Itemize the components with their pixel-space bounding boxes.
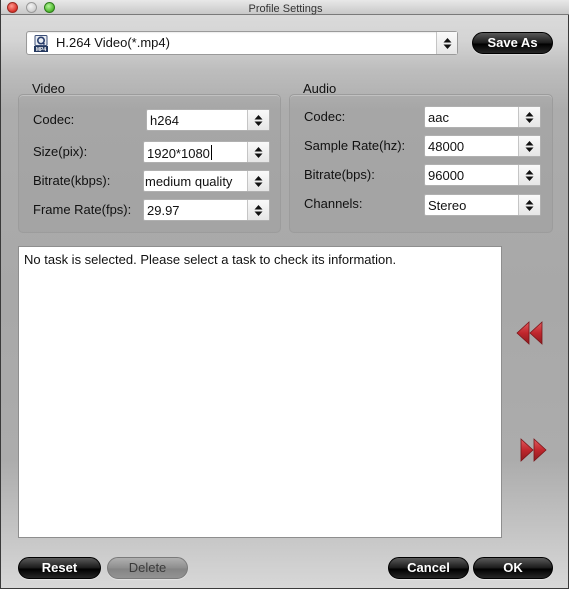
up-down-arrows-icon bbox=[254, 175, 263, 187]
audio-codec-combo[interactable]: aac bbox=[424, 106, 541, 128]
video-framerate-stepper[interactable] bbox=[247, 200, 269, 220]
title-bar: Profile Settings bbox=[1, 0, 569, 15]
video-framerate-value: 29.97 bbox=[147, 203, 180, 218]
profile-settings-window: Profile Settings MP4 H.264 Video(*.mp4) … bbox=[0, 0, 569, 589]
ok-button[interactable]: OK bbox=[473, 557, 553, 579]
audio-bitrate-value: 96000 bbox=[428, 168, 465, 183]
task-info-panel[interactable]: No task is selected. Please select a tas… bbox=[18, 246, 502, 538]
up-down-arrows-icon bbox=[525, 111, 534, 123]
audio-samplerate-label: Sample Rate(hz): bbox=[304, 138, 406, 153]
up-down-arrows-icon bbox=[254, 204, 263, 216]
up-down-arrows-icon bbox=[254, 114, 263, 126]
video-size-stepper[interactable] bbox=[247, 142, 269, 162]
profile-select-stepper[interactable] bbox=[436, 32, 457, 54]
text-cursor bbox=[210, 145, 212, 160]
video-bitrate-label: Bitrate(kbps): bbox=[33, 173, 111, 188]
audio-channels-label: Channels: bbox=[304, 196, 363, 211]
audio-channels-combo[interactable]: Stereo bbox=[424, 194, 541, 216]
audio-samplerate-value: 48000 bbox=[428, 139, 465, 154]
audio-bitrate-stepper[interactable] bbox=[518, 165, 540, 185]
video-codec-value: h264 bbox=[150, 113, 179, 128]
up-down-arrows-icon bbox=[254, 146, 263, 158]
audio-samplerate-stepper[interactable] bbox=[518, 136, 540, 156]
cancel-button[interactable]: Cancel bbox=[388, 557, 469, 579]
close-window-button[interactable] bbox=[7, 2, 18, 13]
audio-bitrate-combo[interactable]: 96000 bbox=[424, 164, 541, 186]
minimize-window-button[interactable] bbox=[26, 2, 37, 13]
video-codec-label: Codec: bbox=[33, 112, 75, 127]
reset-button[interactable]: Reset bbox=[18, 557, 101, 579]
save-as-button[interactable]: Save As bbox=[472, 32, 553, 54]
video-codec-stepper[interactable] bbox=[247, 110, 269, 130]
up-down-arrows-icon bbox=[525, 169, 534, 181]
video-codec-combo[interactable]: h264 bbox=[146, 109, 270, 131]
video-size-label: Size(pix): bbox=[33, 144, 88, 159]
zoom-window-button[interactable] bbox=[44, 2, 55, 13]
up-down-arrows-icon bbox=[525, 140, 534, 152]
video-framerate-combo[interactable]: 29.97 bbox=[143, 199, 270, 221]
profile-format-select[interactable]: MP4 H.264 Video(*.mp4) bbox=[26, 31, 458, 55]
audio-channels-value: Stereo bbox=[428, 198, 467, 213]
video-bitrate-stepper[interactable] bbox=[247, 171, 269, 191]
video-size-value[interactable]: 1920*1080 bbox=[147, 145, 212, 162]
video-framerate-label: Frame Rate(fps): bbox=[33, 202, 132, 217]
video-bitrate-value: medium quality bbox=[145, 174, 233, 189]
rewind-icon[interactable] bbox=[516, 321, 546, 345]
video-group-label: Video bbox=[32, 81, 66, 96]
audio-group-label: Audio bbox=[303, 81, 337, 96]
audio-codec-label: Codec: bbox=[304, 109, 346, 124]
up-down-arrows-icon bbox=[525, 199, 534, 211]
mp4-format-icon: MP4 bbox=[34, 35, 48, 52]
audio-codec-value: aac bbox=[428, 110, 449, 125]
window-title: Profile Settings bbox=[248, 3, 323, 15]
audio-bitrate-label: Bitrate(bps): bbox=[304, 167, 375, 182]
profile-selected-value: H.264 Video(*.mp4) bbox=[56, 35, 170, 50]
delete-button[interactable]: Delete bbox=[107, 557, 188, 579]
up-down-arrows-icon bbox=[443, 37, 451, 49]
svg-text:MP4: MP4 bbox=[36, 47, 47, 52]
task-info-message: No task is selected. Please select a tas… bbox=[24, 252, 397, 267]
audio-channels-stepper[interactable] bbox=[518, 195, 540, 215]
audio-codec-stepper[interactable] bbox=[518, 107, 540, 127]
audio-samplerate-combo[interactable]: 48000 bbox=[424, 135, 541, 157]
fast-forward-icon[interactable] bbox=[520, 438, 550, 462]
video-size-combo[interactable]: 1920*1080 bbox=[143, 141, 270, 163]
video-bitrate-combo[interactable]: medium quality bbox=[143, 170, 270, 192]
